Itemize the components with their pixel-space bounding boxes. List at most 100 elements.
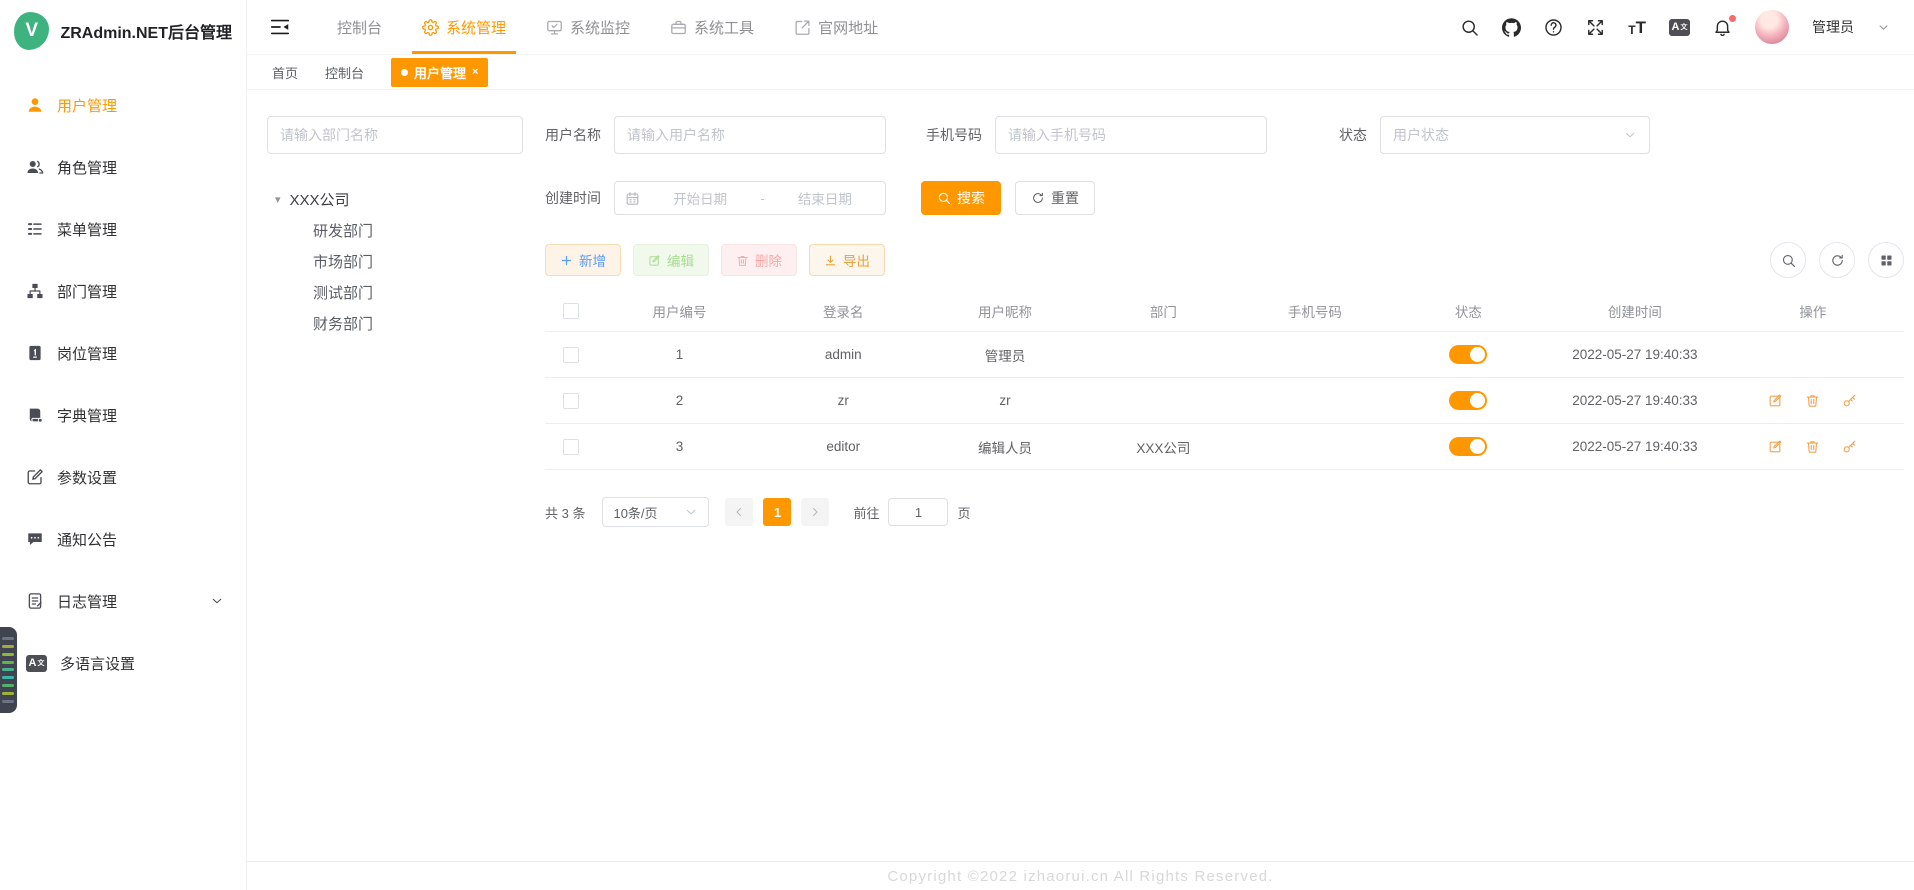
translate-icon[interactable]: A文: [1669, 19, 1690, 36]
created-label: 创建时间: [545, 188, 601, 208]
cell-nickname: 编辑人员: [924, 424, 1086, 470]
tree-node[interactable]: 财务部门: [267, 308, 523, 339]
row-edit-icon[interactable]: [1768, 439, 1783, 454]
current-page-button[interactable]: 1: [763, 498, 791, 526]
edit-button-label: 编辑: [667, 250, 694, 270]
row-edit-icon[interactable]: [1768, 393, 1783, 408]
start-date-placeholder: 开始日期: [650, 188, 750, 208]
prev-page-button[interactable]: [725, 498, 753, 526]
topnav-item[interactable]: 系统管理: [402, 0, 526, 54]
next-page-button[interactable]: [801, 498, 829, 526]
filter-row-1: 用户名称 手机号码 状态 用户状态: [545, 116, 1904, 154]
row-delete-icon[interactable]: [1805, 393, 1820, 408]
date-separator: -: [760, 191, 764, 206]
topnav-item[interactable]: 系统监控: [526, 0, 650, 54]
refresh-icon[interactable]: [1819, 242, 1855, 278]
row-reset-password-icon[interactable]: [1842, 393, 1857, 408]
tag-item[interactable]: 首页: [272, 63, 298, 82]
chevron-down-icon: [684, 505, 698, 519]
topnav-item[interactable]: 控制台: [317, 0, 402, 54]
status-select[interactable]: 用户状态: [1380, 116, 1650, 154]
table-tools: [1770, 242, 1904, 278]
bell-icon[interactable]: [1713, 18, 1732, 37]
tag-item[interactable]: 用户管理×: [391, 58, 488, 87]
chevron-down-icon: [210, 594, 224, 608]
sidebar-item[interactable]: 参数设置: [0, 446, 246, 508]
chevron-down-icon[interactable]: [1877, 21, 1890, 34]
message-icon: [26, 530, 44, 548]
edit-icon: [648, 254, 661, 267]
dept-tree: ▾ XXX公司 研发部门市场部门测试部门财务部门: [267, 184, 523, 339]
dept-search-input[interactable]: [267, 116, 523, 154]
column-settings-icon[interactable]: [1868, 242, 1904, 278]
content: ▾ XXX公司 研发部门市场部门测试部门财务部门 用户名称 手机号码 状态 用户…: [247, 91, 1914, 862]
sidebar-item[interactable]: 用户管理: [0, 74, 246, 136]
row-reset-password-icon[interactable]: [1842, 439, 1857, 454]
select-all-checkbox[interactable]: [563, 303, 579, 319]
row-checkbox[interactable]: [563, 347, 579, 363]
column-search-icon[interactable]: [1770, 242, 1806, 278]
help-icon[interactable]: [1544, 18, 1563, 37]
row-checkbox[interactable]: [563, 439, 579, 455]
phone-input[interactable]: [995, 116, 1267, 154]
reset-button-label: 重置: [1051, 188, 1079, 208]
page-size-value: 10条/页: [613, 503, 657, 522]
sidebar-item[interactable]: 菜单管理: [0, 198, 246, 260]
row-delete-icon[interactable]: [1805, 439, 1820, 454]
sidebar-item[interactable]: A文多语言设置: [0, 632, 246, 694]
row-checkbox[interactable]: [563, 393, 579, 409]
end-date-placeholder: 结束日期: [775, 188, 875, 208]
tree-caret-icon[interactable]: ▾: [275, 193, 281, 206]
username-input[interactable]: [614, 116, 886, 154]
export-button[interactable]: 导出: [809, 244, 885, 276]
delete-button[interactable]: 删除: [721, 244, 797, 276]
tag-close-icon[interactable]: ×: [472, 66, 478, 78]
add-button[interactable]: 新增: [545, 244, 621, 276]
table-row: 1admin管理员2022-05-27 19:40:33: [545, 332, 1904, 378]
sidebar-item[interactable]: 字典管理: [0, 384, 246, 446]
page-size-select[interactable]: 10条/页: [602, 497, 709, 527]
sidebar-item[interactable]: 部门管理: [0, 260, 246, 322]
tag-item[interactable]: 控制台: [325, 63, 364, 82]
sidebar-item[interactable]: 通知公告: [0, 508, 246, 570]
tree-node[interactable]: 研发部门: [267, 215, 523, 246]
goto-page-input[interactable]: [888, 498, 948, 526]
reset-button[interactable]: 重置: [1015, 181, 1095, 215]
sidebar-item-label: 岗位管理: [57, 343, 117, 364]
status-select-placeholder: 用户状态: [1393, 125, 1449, 145]
topnav-item[interactable]: 官网地址: [774, 0, 898, 54]
tree-node[interactable]: 测试部门: [267, 277, 523, 308]
username-label: 用户名称: [545, 125, 601, 145]
fullscreen-icon[interactable]: [1586, 18, 1605, 37]
topnav-item[interactable]: 系统工具: [650, 0, 774, 54]
cell-actions: [1722, 332, 1904, 378]
status-toggle[interactable]: [1449, 437, 1487, 456]
side-widget[interactable]: [0, 627, 17, 713]
topnav-item-label: 控制台: [337, 17, 382, 38]
trash-icon: [736, 254, 749, 267]
font-size-icon[interactable]: TT: [1628, 19, 1646, 36]
cell-user-id: 1: [597, 332, 763, 378]
search-icon[interactable]: [1460, 18, 1479, 37]
edit-button[interactable]: 编辑: [633, 244, 709, 276]
tree-node-root[interactable]: ▾ XXX公司: [267, 184, 523, 215]
pagination-total: 共 3 条: [545, 503, 585, 522]
sidebar-item[interactable]: 日志管理: [0, 570, 246, 632]
status-toggle[interactable]: [1449, 391, 1487, 410]
sidebar-item-label: 日志管理: [57, 591, 117, 612]
goto-label: 前往: [853, 503, 879, 522]
tree-node[interactable]: 市场部门: [267, 246, 523, 277]
github-icon[interactable]: [1502, 18, 1521, 37]
user-avatar[interactable]: [1755, 10, 1789, 44]
notification-badge: [1729, 15, 1736, 22]
search-button[interactable]: 搜索: [921, 181, 1001, 215]
date-range-picker[interactable]: 开始日期 - 结束日期: [614, 181, 886, 215]
status-toggle[interactable]: [1449, 345, 1487, 364]
user-name[interactable]: 管理员: [1812, 17, 1854, 37]
translate-icon: A文: [26, 655, 47, 672]
cell-created-time: 2022-05-27 19:40:33: [1548, 378, 1722, 424]
column-header: 用户昵称: [924, 291, 1086, 332]
collapse-sidebar-icon[interactable]: [269, 16, 291, 38]
sidebar-item[interactable]: 岗位管理: [0, 322, 246, 384]
sidebar-item[interactable]: 角色管理: [0, 136, 246, 198]
